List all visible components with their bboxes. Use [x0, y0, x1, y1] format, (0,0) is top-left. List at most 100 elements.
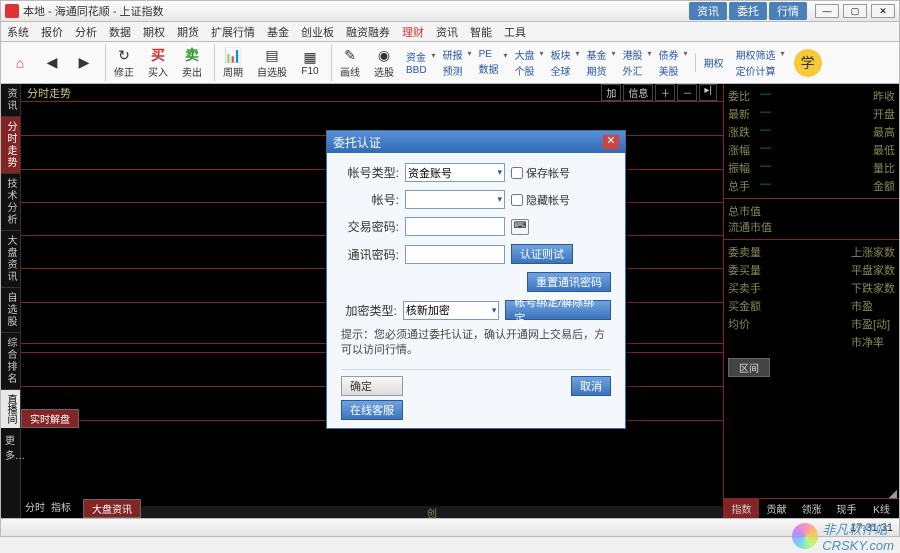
realtime-tab[interactable]: 实时解盘: [21, 409, 79, 428]
chart-minus-button[interactable]: －: [677, 84, 697, 101]
ok-button[interactable]: 确定: [341, 376, 403, 396]
learn-button[interactable]: 学: [794, 49, 822, 77]
select-button[interactable]: ◉选股: [368, 44, 400, 81]
pe-dropdown[interactable]: PE数据: [475, 47, 509, 78]
chart-info-button[interactable]: 信息: [623, 84, 653, 101]
menu-tools[interactable]: 工具: [504, 24, 526, 40]
sidebar-item-timeshare[interactable]: 分时走势: [1, 117, 20, 174]
ticker-bar[interactable]: 创: [141, 506, 723, 518]
f10-button[interactable]: ▦F10: [295, 46, 325, 79]
dialog-titlebar[interactable]: 委托认证 ✕: [327, 131, 625, 153]
minimize-button[interactable]: —: [815, 4, 839, 18]
hk-dropdown[interactable]: 港股外汇: [619, 45, 653, 80]
comm-pw-label: 通讯密码:: [341, 246, 399, 263]
tab-timeshare[interactable]: 分时: [25, 499, 45, 518]
keyboard-icon[interactable]: ⌨: [511, 219, 529, 235]
draw-button[interactable]: ✎画线: [331, 44, 366, 81]
forward-icon: ▶: [75, 54, 93, 72]
comm-pw-input[interactable]: [405, 245, 505, 264]
chart-add-button[interactable]: 加: [601, 84, 621, 101]
fund-dropdown[interactable]: 资金BBD: [402, 47, 437, 78]
sidebar-item-self[interactable]: 自选股: [1, 288, 20, 333]
block-dropdown[interactable]: 板块全球: [547, 45, 581, 80]
rtab-index[interactable]: 指数: [724, 499, 759, 518]
menu-data[interactable]: 数据: [109, 24, 131, 40]
interval-button[interactable]: 区间: [728, 358, 770, 377]
acct-type-dropdown[interactable]: 资金账号: [405, 163, 505, 182]
rtab-current[interactable]: 现手: [829, 499, 864, 518]
research-dropdown[interactable]: 研报预测: [439, 45, 473, 80]
menu-system[interactable]: 系统: [7, 24, 29, 40]
menu-option[interactable]: 期权: [143, 24, 165, 40]
sidebar-item-tech[interactable]: 技术分析: [1, 174, 20, 231]
label-bidsvol: 委买量: [728, 262, 761, 278]
acct-dropdown[interactable]: [405, 190, 505, 209]
trade-pw-input[interactable]: [405, 217, 505, 236]
dialog-close-button[interactable]: ✕: [603, 135, 619, 149]
save-acct-checkbox[interactable]: 保存帐号: [511, 165, 570, 181]
rtab-leaders[interactable]: 领涨: [794, 499, 829, 518]
menu-gem[interactable]: 创业板: [301, 24, 334, 40]
tab-market-news[interactable]: 大盘资讯: [83, 499, 141, 518]
title-tab-trade[interactable]: 委托: [729, 2, 767, 20]
buy-button[interactable]: 买买入: [142, 44, 174, 81]
menu-analysis[interactable]: 分析: [75, 24, 97, 40]
title-tab-quote[interactable]: 行情: [769, 2, 807, 20]
chart-end-button[interactable]: ▸|: [699, 84, 717, 101]
menu-fund[interactable]: 基金: [267, 24, 289, 40]
cancel-button[interactable]: 取消: [571, 376, 611, 396]
option-button[interactable]: 期权: [695, 53, 730, 72]
sell-icon: 卖: [183, 46, 201, 64]
menu-extended[interactable]: 扩展行情: [211, 24, 255, 40]
dialog-body: 帐号类型: 资金账号 保存帐号 帐号: 隐藏帐号 交易密码: ⌨ 通讯密码: 认…: [327, 153, 625, 428]
sidebar-item-rank[interactable]: 综合排名: [1, 333, 20, 390]
menu-quote[interactable]: 报价: [41, 24, 63, 40]
home-button[interactable]: ⌂: [5, 52, 35, 74]
chart-plus-button[interactable]: ＋: [655, 84, 675, 101]
label-change: 涨跌: [728, 124, 750, 140]
acct-type-label: 帐号类型:: [341, 164, 399, 181]
back-icon: ◀: [43, 54, 61, 72]
market-dropdown[interactable]: 大盘个股: [511, 45, 545, 80]
bind-button[interactable]: 帐号绑定/解除绑定: [505, 300, 611, 320]
reset-pw-button[interactable]: 重置通讯密码: [527, 272, 611, 292]
service-button[interactable]: 在线客服: [341, 400, 403, 420]
tab-indicator[interactable]: 指标: [51, 499, 71, 518]
title-tab-news[interactable]: 资讯: [689, 2, 727, 20]
menu-futures[interactable]: 期货: [177, 24, 199, 40]
forward-button[interactable]: ▶: [69, 52, 99, 74]
hide-acct-checkbox[interactable]: 隐藏帐号: [511, 192, 570, 208]
label-amount: 金额: [873, 178, 895, 194]
buy-icon: 买: [149, 46, 167, 64]
label-downcount: 下跌家数: [851, 280, 895, 296]
period-button[interactable]: 📊周期: [214, 44, 249, 81]
menu-info[interactable]: 资讯: [436, 24, 458, 40]
label-totalcap: 总市值: [728, 203, 895, 219]
menu-margin[interactable]: 融资融券: [346, 24, 390, 40]
opt-filter-dropdown[interactable]: 期权筛选定价计算: [732, 45, 786, 80]
acct-label: 帐号:: [341, 191, 399, 208]
sidebar-item-market-news[interactable]: 大盘资讯: [1, 231, 20, 288]
sidebar-live[interactable]: 直播间: [1, 390, 20, 428]
fix-button[interactable]: ↻修正: [105, 44, 140, 81]
self-stock-button[interactable]: ▤自选股: [251, 44, 293, 81]
enc-dropdown[interactable]: 核新加密: [403, 301, 500, 320]
back-button[interactable]: ◀: [37, 52, 67, 74]
fund2-dropdown[interactable]: 基金期货: [583, 45, 617, 80]
sell-button[interactable]: 卖卖出: [176, 44, 208, 81]
hide-acct-input[interactable]: [511, 194, 523, 206]
maximize-button[interactable]: ▢: [843, 4, 867, 18]
menu-finance[interactable]: 理财: [402, 24, 424, 40]
sidebar-item-news[interactable]: 资讯: [1, 84, 20, 117]
trade-pw-label: 交易密码:: [341, 218, 399, 235]
save-acct-input[interactable]: [511, 167, 523, 179]
rtab-kline[interactable]: K线: [864, 499, 899, 518]
bond-dropdown[interactable]: 债券美股: [655, 45, 689, 80]
resize-handle[interactable]: ◢: [889, 487, 897, 500]
test-auth-button[interactable]: 认证则试: [511, 244, 573, 264]
close-button[interactable]: ✕: [871, 4, 895, 18]
sidebar-more[interactable]: 更多…: [1, 428, 20, 466]
dialog-title: 委托认证: [333, 134, 381, 151]
menu-smart[interactable]: 智能: [470, 24, 492, 40]
rtab-contrib[interactable]: 贡献: [759, 499, 794, 518]
